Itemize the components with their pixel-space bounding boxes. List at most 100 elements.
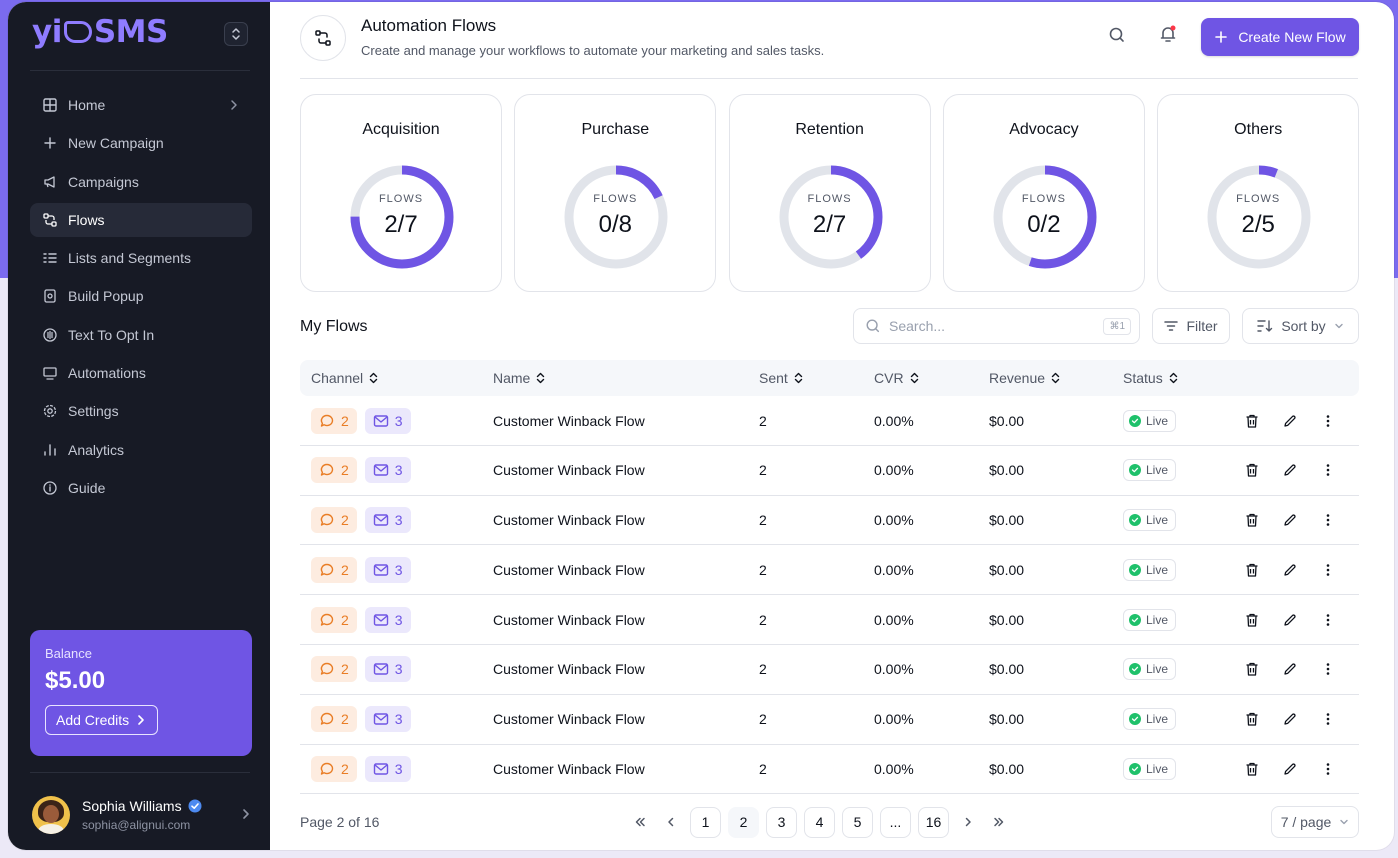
add-credits-button[interactable]: Add Credits: [45, 705, 159, 735]
more-options-button[interactable]: [1320, 761, 1336, 777]
delete-button[interactable]: [1244, 462, 1260, 478]
header-search-button[interactable]: [1108, 26, 1126, 49]
notifications-button[interactable]: [1158, 24, 1178, 49]
sms-channel-chip[interactable]: 2: [311, 556, 357, 583]
table-row[interactable]: 2 3 Customer Winback Flow 2 0.00% $0.00 Live: [300, 645, 1359, 695]
create-new-flow-button[interactable]: Create New Flow: [1201, 18, 1359, 56]
edit-button[interactable]: [1282, 562, 1298, 578]
edit-button[interactable]: [1282, 462, 1298, 478]
sidebar-item-automations[interactable]: Automations: [30, 356, 252, 390]
table-row[interactable]: 2 3 Customer Winback Flow 2 0.00% $0.00 Live: [300, 745, 1359, 795]
chat-bubble-icon: [320, 613, 334, 626]
email-channel-chip[interactable]: 3: [364, 606, 411, 633]
sms-channel-chip[interactable]: 2: [311, 756, 357, 783]
table-row[interactable]: 2 3 Customer Winback Flow 2 0.00% $0.00 Live: [300, 695, 1359, 745]
email-channel-chip[interactable]: 3: [364, 507, 411, 534]
column-header-revenue[interactable]: Revenue: [989, 360, 1060, 396]
edit-button[interactable]: [1282, 761, 1298, 777]
column-header-channel[interactable]: Channel: [311, 360, 378, 396]
column-header-label: Name: [493, 370, 531, 386]
email-channel-chip[interactable]: 3: [364, 756, 411, 783]
delete-button[interactable]: [1244, 413, 1260, 429]
mail-icon: [373, 464, 388, 476]
more-options-button[interactable]: [1320, 661, 1336, 677]
page-button-5[interactable]: 5: [842, 806, 873, 838]
edit-button[interactable]: [1282, 612, 1298, 628]
table-row[interactable]: 2 3 Customer Winback Flow 2 0.00% $0.00 Live: [300, 496, 1359, 546]
last-page-button[interactable]: [987, 807, 1011, 838]
sidebar-item-lists-and-segments[interactable]: Lists and Segments: [30, 241, 252, 275]
sidebar-item-flows[interactable]: Flows: [30, 202, 252, 237]
column-header-name[interactable]: Name: [493, 360, 545, 396]
sms-channel-chip[interactable]: 2: [311, 507, 357, 534]
page-button-1[interactable]: 1: [690, 806, 721, 838]
email-channel-chip[interactable]: 3: [364, 656, 411, 683]
more-options-button[interactable]: [1320, 612, 1336, 628]
category-card-acquisition[interactable]: Acquisition FLOWS 2/7: [300, 94, 502, 292]
search-input[interactable]: [889, 318, 1096, 334]
category-card-advocacy[interactable]: Advocacy FLOWS 0/2: [942, 94, 1145, 292]
more-options-button[interactable]: [1320, 413, 1336, 429]
edit-button[interactable]: [1282, 413, 1298, 429]
table-row[interactable]: 2 3 Customer Winback Flow 2 0.00% $0.00 Live: [300, 595, 1359, 645]
email-count: 3: [394, 561, 403, 578]
user-profile[interactable]: Sophia Williams sophia@alignui.com: [32, 792, 254, 838]
delete-button[interactable]: [1244, 512, 1260, 528]
page-button-16[interactable]: 16: [918, 806, 949, 838]
delete-button[interactable]: [1244, 612, 1260, 628]
column-header-sent[interactable]: Sent: [759, 360, 803, 396]
email-channel-chip[interactable]: 3: [364, 706, 411, 733]
sms-count: 2: [341, 412, 349, 429]
logo[interactable]: yi SMS: [32, 14, 168, 50]
category-card-others[interactable]: Others FLOWS 2/5: [1157, 94, 1360, 292]
sort-by-button[interactable]: Sort by: [1242, 308, 1359, 344]
filter-button[interactable]: Filter: [1152, 308, 1230, 344]
more-options-button[interactable]: [1320, 512, 1336, 528]
table-row[interactable]: 2 3 Customer Winback Flow 2 0.00% $0.00 Live: [300, 396, 1359, 446]
table-row[interactable]: 2 3 Customer Winback Flow 2 0.00% $0.00 Live: [300, 446, 1359, 496]
prev-page-button[interactable]: [659, 807, 683, 838]
delete-button[interactable]: [1244, 761, 1260, 777]
table-row[interactable]: 2 3 Customer Winback Flow 2 0.00% $0.00 Live: [300, 545, 1359, 596]
pagination-ellipsis[interactable]: ...: [880, 806, 911, 838]
edit-button[interactable]: [1282, 512, 1298, 528]
email-channel-chip[interactable]: 3: [364, 407, 411, 434]
search-field[interactable]: ⌘1: [853, 308, 1140, 344]
sidebar-item-guide[interactable]: Guide: [30, 471, 252, 505]
per-page-select[interactable]: 7 / page: [1271, 806, 1359, 838]
category-card-purchase[interactable]: Purchase FLOWS 0/8: [514, 94, 717, 292]
page-button-3[interactable]: 3: [766, 806, 797, 838]
sidebar-item-analytics[interactable]: Analytics: [30, 433, 252, 467]
next-page-button[interactable]: [956, 807, 980, 838]
sms-channel-chip[interactable]: 2: [311, 656, 357, 683]
column-header-cvr[interactable]: CVR: [874, 360, 919, 396]
check-circle-icon: [1129, 763, 1141, 776]
sms-channel-chip[interactable]: 2: [311, 407, 357, 434]
verified-badge-icon: [188, 799, 202, 813]
delete-button[interactable]: [1244, 562, 1260, 578]
sms-channel-chip[interactable]: 2: [311, 457, 357, 484]
sidebar-item-settings[interactable]: Settings: [30, 394, 252, 428]
sidebar-item-build-popup[interactable]: Build Popup: [30, 279, 252, 313]
email-channel-chip[interactable]: 3: [364, 457, 411, 484]
category-card-retention[interactable]: Retention FLOWS 2/7: [728, 94, 931, 292]
sidebar-item-campaigns[interactable]: Campaigns: [30, 165, 252, 199]
more-options-button[interactable]: [1320, 711, 1336, 727]
delete-button[interactable]: [1244, 711, 1260, 727]
email-channel-chip[interactable]: 3: [364, 556, 411, 583]
workspace-switcher-button[interactable]: [224, 22, 248, 46]
sidebar-item-text-to-opt-in[interactable]: Text To Opt In: [30, 318, 252, 352]
edit-button[interactable]: [1282, 711, 1298, 727]
column-header-status[interactable]: Status: [1123, 360, 1178, 396]
sms-channel-chip[interactable]: 2: [311, 606, 357, 633]
page-button-2[interactable]: 2: [728, 806, 759, 838]
sidebar-item-home[interactable]: Home: [30, 88, 252, 122]
first-page-button[interactable]: [628, 807, 652, 838]
sidebar-item-new-campaign[interactable]: New Campaign: [30, 126, 252, 160]
more-options-button[interactable]: [1320, 562, 1336, 578]
delete-button[interactable]: [1244, 661, 1260, 677]
page-button-4[interactable]: 4: [804, 806, 835, 838]
more-options-button[interactable]: [1320, 462, 1336, 478]
sms-channel-chip[interactable]: 2: [311, 706, 357, 733]
edit-button[interactable]: [1282, 661, 1298, 677]
